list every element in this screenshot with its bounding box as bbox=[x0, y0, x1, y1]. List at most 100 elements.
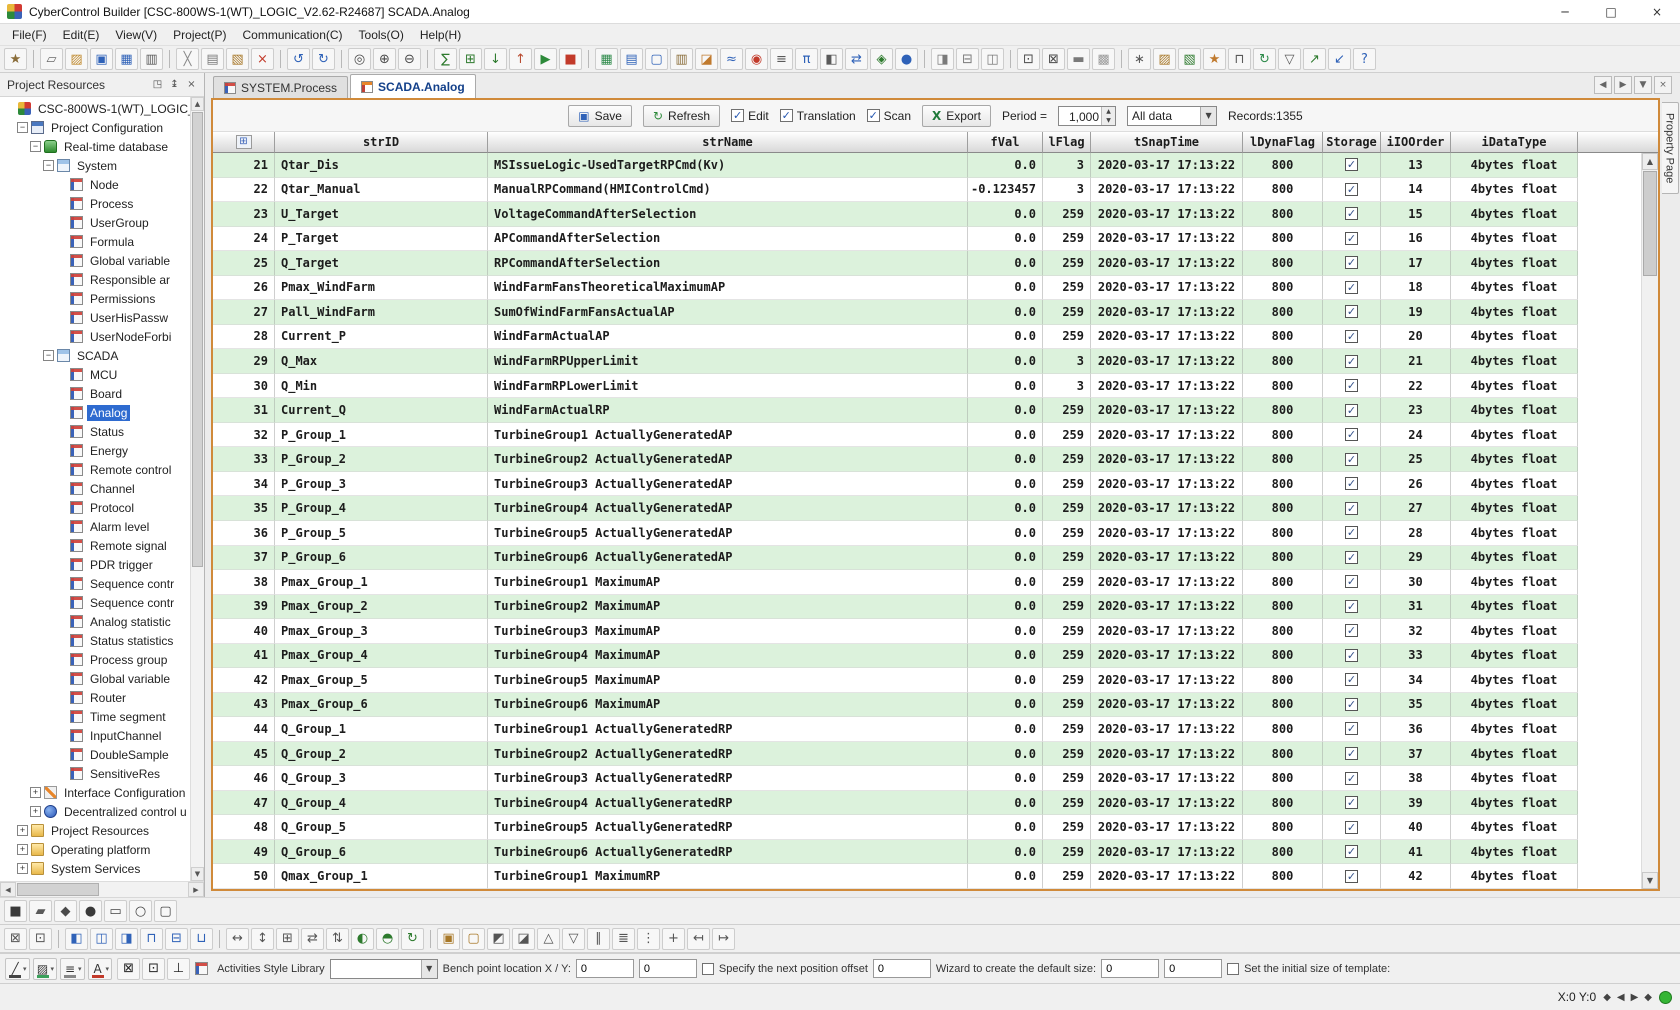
cell-strID[interactable]: P_Group_4 bbox=[275, 496, 488, 521]
cell-lDynaFlag[interactable]: 800 bbox=[1243, 227, 1323, 252]
cell-rownum[interactable]: 44 bbox=[213, 717, 275, 742]
offset-checkbox[interactable] bbox=[702, 963, 714, 975]
storage-checkbox[interactable]: ✓ bbox=[1345, 821, 1358, 834]
same-size-icon[interactable]: ⊞ bbox=[276, 928, 299, 950]
cell-tSnapTime[interactable]: 2020-03-17 17:13:22 bbox=[1091, 570, 1243, 595]
cell-strID[interactable]: Pall_WindFarm bbox=[275, 300, 488, 325]
tree-item-alarm-level[interactable]: Alarm level bbox=[0, 517, 190, 536]
cell-lDynaFlag[interactable]: 800 bbox=[1243, 791, 1323, 816]
tree-item-decentralized-control-u[interactable]: +Decentralized control u bbox=[0, 802, 190, 821]
cell-strName[interactable]: TurbineGroup3 ActuallyGeneratedRP bbox=[488, 766, 968, 791]
cell-lDynaFlag[interactable]: 800 bbox=[1243, 864, 1323, 889]
tab-order-start-icon[interactable]: ↤ bbox=[687, 928, 710, 950]
delete-icon[interactable]: × bbox=[251, 48, 274, 70]
cell-Storage[interactable]: ✓ bbox=[1323, 251, 1381, 276]
cell-strID[interactable]: Q_Min bbox=[275, 374, 488, 399]
cell-fVal[interactable]: 0.0 bbox=[968, 496, 1043, 521]
cut-icon[interactable]: ╳ bbox=[176, 48, 199, 70]
align-top-icon[interactable]: ⊓ bbox=[140, 928, 163, 950]
cell-iIOOrder[interactable]: 30 bbox=[1381, 570, 1451, 595]
cell-lFlag[interactable]: 259 bbox=[1043, 864, 1091, 889]
line-color-tool[interactable]: ╱▾ bbox=[5, 958, 30, 980]
report-icon[interactable]: ▥ bbox=[670, 48, 693, 70]
cell-Storage[interactable]: ✓ bbox=[1323, 178, 1381, 203]
cell-rownum[interactable]: 23 bbox=[213, 202, 275, 227]
spin-down-icon[interactable]: ▼ bbox=[1102, 116, 1115, 125]
cell-iDataType[interactable]: 4bytes float bbox=[1451, 668, 1578, 693]
cell-lDynaFlag[interactable]: 800 bbox=[1243, 374, 1323, 399]
database-icon[interactable]: ▦ bbox=[595, 48, 618, 70]
cell-tSnapTime[interactable]: 2020-03-17 17:13:22 bbox=[1091, 374, 1243, 399]
cell-Storage[interactable]: ✓ bbox=[1323, 374, 1381, 399]
font-color-tool[interactable]: A▾ bbox=[88, 958, 113, 980]
expander-expanded-icon[interactable]: − bbox=[17, 122, 28, 133]
cell-lFlag[interactable]: 259 bbox=[1043, 570, 1091, 595]
template-checkbox[interactable] bbox=[1227, 963, 1239, 975]
cell-Storage[interactable]: ✓ bbox=[1323, 742, 1381, 767]
tree-item-doublesample[interactable]: DoubleSample bbox=[0, 745, 190, 764]
tree-item-channel[interactable]: Channel bbox=[0, 479, 190, 498]
cell-iDataType[interactable]: 4bytes float bbox=[1451, 276, 1578, 301]
cell-rownum[interactable]: 26 bbox=[213, 276, 275, 301]
tab-system-process[interactable]: SYSTEM.Process bbox=[213, 76, 348, 98]
cell-lFlag[interactable]: 259 bbox=[1043, 202, 1091, 227]
tab-close-icon[interactable]: × bbox=[1654, 76, 1672, 94]
cell-lFlag[interactable]: 259 bbox=[1043, 447, 1091, 472]
same-height-icon[interactable]: ↕ bbox=[251, 928, 274, 950]
cell-iDataType[interactable]: 4bytes float bbox=[1451, 349, 1578, 374]
tree-item-pdr-trigger[interactable]: PDR trigger bbox=[0, 555, 190, 574]
cell-rownum[interactable]: 34 bbox=[213, 472, 275, 497]
mirror-icon[interactable]: ∥ bbox=[587, 928, 610, 950]
storage-checkbox[interactable]: ✓ bbox=[1345, 453, 1358, 466]
wizard-width-field[interactable] bbox=[1101, 959, 1159, 978]
cell-iIOOrder[interactable]: 29 bbox=[1381, 546, 1451, 571]
cell-iDataType[interactable]: 4bytes float bbox=[1451, 815, 1578, 840]
window-tile-icon[interactable]: ⊟ bbox=[956, 48, 979, 70]
tree-item-project-configuration[interactable]: −Project Configuration bbox=[0, 118, 190, 137]
ellipse-tool-icon[interactable]: ○ bbox=[129, 900, 152, 922]
table-row-40[interactable]: 40Pmax_Group_3TurbineGroup3 MaximumAP0.0… bbox=[213, 619, 1658, 644]
cell-rownum[interactable]: 29 bbox=[213, 349, 275, 374]
cell-strID[interactable]: P_Target bbox=[275, 227, 488, 252]
cell-lFlag[interactable]: 259 bbox=[1043, 251, 1091, 276]
diamond-tool-icon[interactable]: ◆ bbox=[54, 900, 77, 922]
cell-iDataType[interactable]: 4bytes float bbox=[1451, 227, 1578, 252]
chart-icon[interactable]: ◪ bbox=[695, 48, 718, 70]
compile-icon[interactable]: ∑ bbox=[434, 48, 457, 70]
tree-item-status[interactable]: Status bbox=[0, 422, 190, 441]
line-style-tool[interactable]: ≡▾ bbox=[60, 958, 85, 980]
cell-iIOOrder[interactable]: 14 bbox=[1381, 178, 1451, 203]
cell-rownum[interactable]: 47 bbox=[213, 791, 275, 816]
tree-item-analog[interactable]: Analog bbox=[0, 403, 190, 422]
cell-iDataType[interactable]: 4bytes float bbox=[1451, 496, 1578, 521]
cell-rownum[interactable]: 32 bbox=[213, 423, 275, 448]
cell-Storage[interactable]: ✓ bbox=[1323, 521, 1381, 546]
tree-item-board[interactable]: Board bbox=[0, 384, 190, 403]
storage-checkbox[interactable]: ✓ bbox=[1345, 183, 1358, 196]
cell-strName[interactable]: WindFarmActualAP bbox=[488, 325, 968, 350]
cell-Storage[interactable]: ✓ bbox=[1323, 619, 1381, 644]
cell-iIOOrder[interactable]: 20 bbox=[1381, 325, 1451, 350]
storage-checkbox[interactable]: ✓ bbox=[1345, 551, 1358, 564]
cell-strName[interactable]: TurbineGroup1 MaximumRP bbox=[488, 864, 968, 889]
cell-rownum[interactable]: 49 bbox=[213, 840, 275, 865]
cell-rownum[interactable]: 27 bbox=[213, 300, 275, 325]
table-row-41[interactable]: 41Pmax_Group_4TurbineGroup4 MaximumAP0.0… bbox=[213, 644, 1658, 669]
cell-strName[interactable]: TurbineGroup1 ActuallyGeneratedRP bbox=[488, 717, 968, 742]
bring-forward-icon[interactable]: △ bbox=[537, 928, 560, 950]
cell-iDataType[interactable]: 4bytes float bbox=[1451, 717, 1578, 742]
column-header-iDataType[interactable]: iDataType bbox=[1451, 132, 1578, 153]
tree-item-sensitiveres[interactable]: SensitiveRes bbox=[0, 764, 190, 783]
cell-strID[interactable]: Q_Max bbox=[275, 349, 488, 374]
cell-fVal[interactable]: 0.0 bbox=[968, 325, 1043, 350]
cell-strName[interactable]: TurbineGroup6 ActuallyGeneratedAP bbox=[488, 546, 968, 571]
send-backward-icon[interactable]: ▽ bbox=[562, 928, 585, 950]
cell-iIOOrder[interactable]: 42 bbox=[1381, 864, 1451, 889]
column-header-strID[interactable]: strID bbox=[275, 132, 488, 153]
cell-Storage[interactable]: ✓ bbox=[1323, 447, 1381, 472]
cell-strID[interactable]: Pmax_Group_5 bbox=[275, 668, 488, 693]
cell-tSnapTime[interactable]: 2020-03-17 17:13:22 bbox=[1091, 766, 1243, 791]
cell-tSnapTime[interactable]: 2020-03-17 17:13:22 bbox=[1091, 840, 1243, 865]
cell-iIOOrder[interactable]: 28 bbox=[1381, 521, 1451, 546]
cell-lFlag[interactable]: 3 bbox=[1043, 178, 1091, 203]
